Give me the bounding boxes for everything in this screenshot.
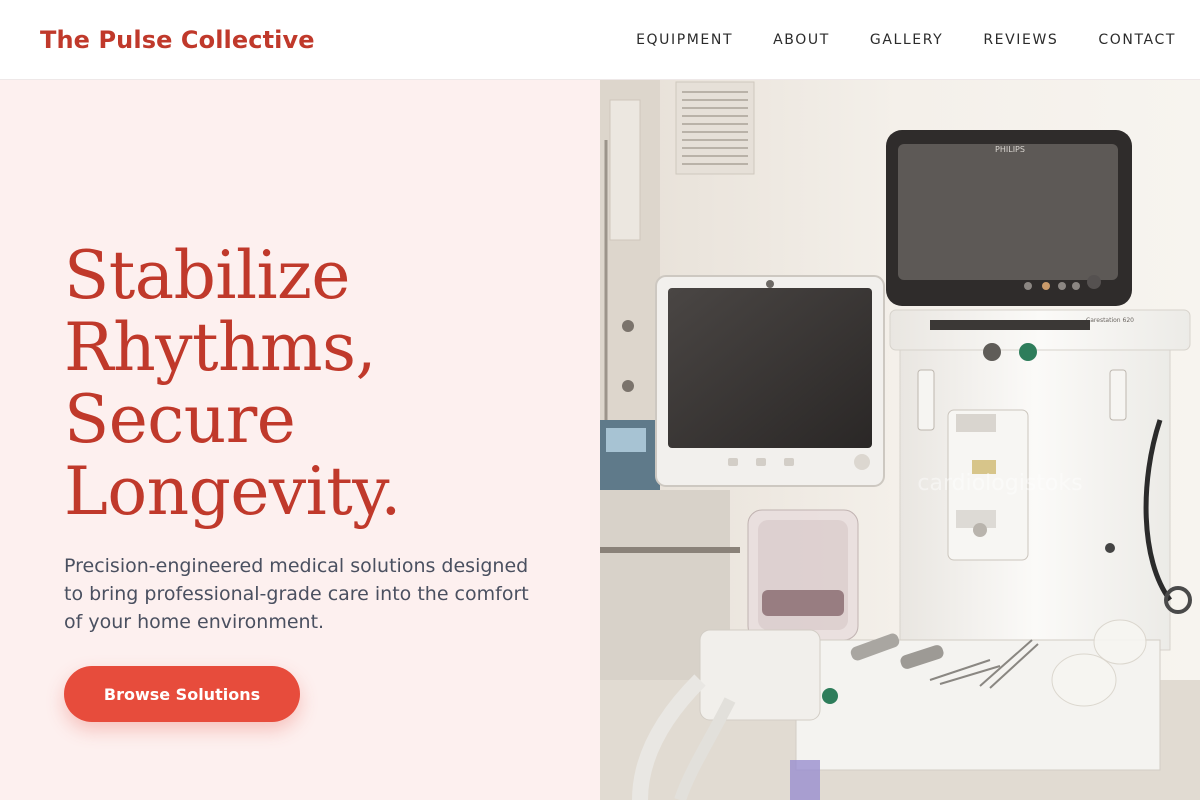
main-nav: EQUIPMENT ABOUT GALLERY REVIEWS CONTACT [596,32,1176,48]
hero-headline: Stabilize Rhythms, Secure Longevity. [64,240,564,528]
headline-line: Secure [64,381,296,458]
hero-subtext: Precision-engineered medical solutions d… [64,555,529,633]
hero-image: PHILIPS Carestation 620 cardiologistoks [600,80,1200,800]
headline-line: Longevity. [64,453,401,530]
image-watermark: cardiologistoks [917,471,1082,496]
browse-solutions-button[interactable]: Browse Solutions [64,666,300,722]
hero-text-panel: Stabilize Rhythms, Secure Longevity. Pre… [0,80,600,800]
nav-gallery[interactable]: GALLERY [870,32,943,48]
machine-model-label: Carestation 620 [1086,317,1134,324]
headline-line: Stabilize [64,237,351,314]
nav-contact[interactable]: CONTACT [1098,32,1176,48]
anesthesia-machine-photo: PHILIPS Carestation 620 cardiologistoks [600,80,1200,800]
nav-equipment[interactable]: EQUIPMENT [636,32,733,48]
site-header: The Pulse Collective EQUIPMENT ABOUT GAL… [0,0,1200,80]
nav-about[interactable]: ABOUT [773,32,830,48]
headline-line: Rhythms, [64,309,376,386]
brand-logo[interactable]: The Pulse Collective [40,26,315,54]
monitor-brand-label: PHILIPS [995,145,1025,154]
nav-reviews[interactable]: REVIEWS [983,32,1058,48]
